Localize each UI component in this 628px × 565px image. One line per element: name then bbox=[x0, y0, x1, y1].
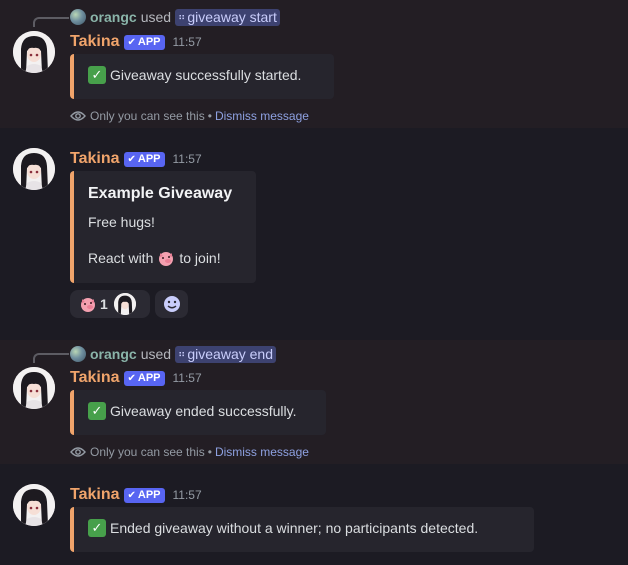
check-mark-icon: ✓ bbox=[88, 402, 106, 420]
pig-emoji-icon bbox=[81, 298, 95, 312]
verified-check-icon: ✔ bbox=[127, 489, 136, 501]
embed-text: Giveaway ended successfully. bbox=[110, 403, 297, 419]
timestamp[interactable]: 11:57 bbox=[173, 152, 202, 166]
reactor-avatar bbox=[113, 293, 136, 315]
command-name[interactable]: ⠶ giveaway start bbox=[175, 8, 280, 26]
app-badge-label: APP bbox=[137, 36, 161, 48]
app-badge: ✔ APP bbox=[123, 34, 165, 50]
anime-girl-avatar-icon bbox=[13, 484, 55, 526]
command-name[interactable]: ⠶ giveaway end bbox=[175, 345, 276, 363]
bot-avatar[interactable] bbox=[13, 367, 55, 409]
embed-text: Giveaway successfully started. bbox=[110, 67, 302, 83]
timestamp[interactable]: 11:57 bbox=[173, 35, 202, 49]
ephemeral-text: Only you can see this bbox=[90, 109, 205, 123]
embed-description: Free hugs! bbox=[88, 214, 155, 230]
ephemeral-note: Only you can see this • Dismiss message bbox=[70, 108, 309, 124]
message-3: orangc used ⠶ giveaway end Takina ✔ APP 11… bbox=[0, 340, 628, 464]
user-avatar-small[interactable] bbox=[70, 346, 86, 362]
embed: ✓ Giveaway successfully started. bbox=[70, 54, 334, 99]
reaction-pill[interactable]: 1 bbox=[70, 290, 150, 318]
separator-dot: • bbox=[207, 445, 212, 459]
bot-avatar[interactable] bbox=[13, 148, 55, 190]
command-line[interactable]: orangc used ⠶ giveaway end bbox=[70, 345, 276, 363]
author-name[interactable]: Takina bbox=[70, 369, 120, 387]
command-used-label: used bbox=[140, 346, 172, 362]
embed-title: Example Giveaway bbox=[88, 185, 233, 202]
embed-text-line: ✓ Giveaway successfully started. bbox=[88, 66, 301, 84]
app-badge: ✔ APP bbox=[123, 151, 165, 167]
command-line[interactable]: orangc used ⠶ giveaway start bbox=[70, 8, 280, 26]
author-name[interactable]: Takina bbox=[70, 150, 120, 168]
message-header: Takina ✔ APP 11:57 bbox=[70, 485, 202, 505]
smile-icon bbox=[163, 296, 180, 312]
check-mark-icon: ✓ bbox=[88, 66, 106, 84]
timestamp[interactable]: 11:57 bbox=[173, 371, 202, 385]
command-used-label: used bbox=[140, 9, 172, 25]
app-badge: ✔ APP bbox=[123, 487, 165, 503]
dismiss-message-link[interactable]: Dismiss message bbox=[215, 445, 309, 459]
reply-spine bbox=[33, 353, 69, 363]
bot-avatar[interactable] bbox=[13, 31, 55, 73]
embed-react-instruction: React with to join! bbox=[88, 248, 221, 268]
embed: ✓ Ended giveaway without a winner; no pa… bbox=[70, 507, 534, 552]
react-prefix: React with bbox=[88, 250, 154, 266]
anime-girl-avatar-icon bbox=[13, 148, 55, 190]
author-name[interactable]: Takina bbox=[70, 486, 120, 504]
reply-spine bbox=[33, 17, 69, 27]
message-header: Takina ✔ APP 11:57 bbox=[70, 149, 202, 169]
ephemeral-note: Only you can see this • Dismiss message bbox=[70, 444, 309, 460]
verified-check-icon: ✔ bbox=[127, 36, 136, 48]
ephemeral-text: Only you can see this bbox=[90, 445, 205, 459]
command-user[interactable]: orangc bbox=[90, 9, 137, 25]
verified-check-icon: ✔ bbox=[127, 372, 136, 384]
command-name-text: giveaway start bbox=[187, 9, 277, 25]
bot-avatar[interactable] bbox=[13, 484, 55, 526]
anime-girl-avatar-icon bbox=[13, 367, 55, 409]
command-user[interactable]: orangc bbox=[90, 346, 137, 362]
giveaway-embed: Example Giveaway Free hugs! React with t… bbox=[70, 171, 256, 283]
message-header: Takina ✔ APP 11:57 bbox=[70, 368, 202, 388]
check-mark-icon: ✓ bbox=[88, 519, 106, 537]
embed-text-line: ✓ Ended giveaway without a winner; no pa… bbox=[88, 519, 478, 537]
app-badge-label: APP bbox=[137, 153, 161, 165]
reaction-count: 1 bbox=[100, 296, 108, 312]
add-reaction-button[interactable] bbox=[155, 290, 188, 318]
verified-check-icon: ✔ bbox=[127, 153, 136, 165]
pig-emoji-icon bbox=[159, 252, 174, 266]
app-badge-label: APP bbox=[137, 372, 161, 384]
author-name[interactable]: Takina bbox=[70, 33, 120, 51]
message-header: Takina ✔ APP 11:57 bbox=[70, 32, 202, 52]
timestamp[interactable]: 11:57 bbox=[173, 488, 202, 502]
anime-girl-avatar-icon bbox=[13, 31, 55, 73]
embed: ✓ Giveaway ended successfully. bbox=[70, 390, 326, 435]
eye-icon bbox=[70, 111, 86, 121]
embed-text-line: ✓ Giveaway ended successfully. bbox=[88, 402, 297, 420]
user-avatar-small[interactable] bbox=[70, 9, 86, 25]
anime-girl-avatar-icon bbox=[113, 293, 136, 315]
separator-dot: • bbox=[207, 109, 212, 123]
slash-command-icon: ⠶ bbox=[178, 348, 185, 360]
app-badge-label: APP bbox=[137, 489, 161, 501]
react-suffix: to join! bbox=[179, 250, 221, 266]
eye-icon bbox=[70, 447, 86, 457]
dismiss-message-link[interactable]: Dismiss message bbox=[215, 109, 309, 123]
message-1: orangc used ⠶ giveaway start Takina ✔ APP … bbox=[0, 0, 628, 128]
command-name-text: giveaway end bbox=[187, 346, 273, 362]
slash-command-icon: ⠶ bbox=[178, 11, 185, 23]
message-4: Takina ✔ APP 11:57 ✓ Ended giveaway witho… bbox=[0, 464, 628, 565]
embed-text: Ended giveaway without a winner; no part… bbox=[110, 520, 479, 536]
app-badge: ✔ APP bbox=[123, 370, 165, 386]
